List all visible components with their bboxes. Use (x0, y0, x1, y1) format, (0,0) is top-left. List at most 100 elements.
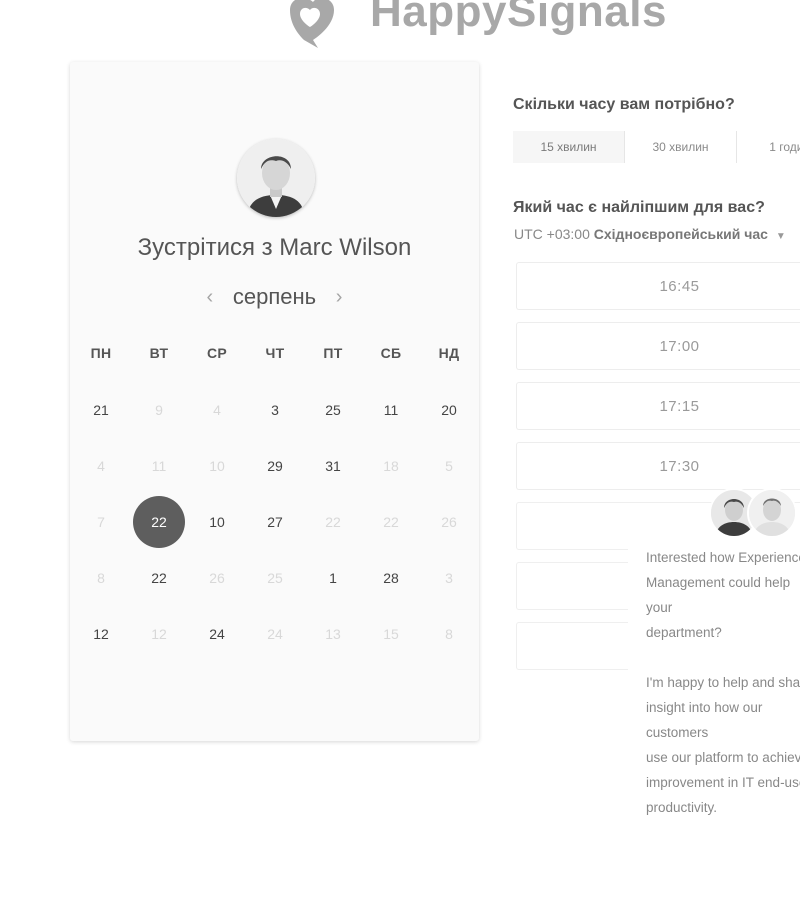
calendar-day-available[interactable]: 31 (304, 440, 362, 492)
meeting-title: Зустрітися з Marc Wilson (137, 234, 412, 261)
calendar-day-number: 25 (267, 570, 283, 586)
calendar-week-row: 21 9 4 3 25 11 20 (72, 382, 477, 438)
prev-month-chevron-icon[interactable]: ‹ (205, 286, 215, 309)
duration-question: Скільки часу вам потрібно? (513, 96, 735, 113)
calendar-day-available[interactable]: 3 (246, 384, 304, 436)
time-slot[interactable]: 16:45 (516, 262, 800, 310)
calendar-day-unavailable: 8 (72, 552, 130, 604)
calendar-week-row: 12 12 24 24 13 15 8 (72, 606, 477, 662)
calendar-day-number: 10 (209, 514, 225, 530)
calendar-day-number: 22 (383, 514, 399, 530)
calendar-day-unavailable: 22 (304, 496, 362, 548)
calendar-day-available[interactable]: 1 (304, 552, 362, 604)
calendar-day-number: 22 (325, 514, 341, 530)
calendar-day-unavailable: 4 (188, 384, 246, 436)
chat-message: I'm happy to help and share insight into… (646, 675, 800, 815)
calendar-day-available[interactable]: 20 (420, 384, 478, 436)
weekday-label: ВТ (149, 345, 169, 361)
calendar-day-unavailable: 15 (362, 608, 420, 660)
calendar-day-available[interactable]: 12 (72, 608, 130, 660)
calendar-day-available[interactable]: 21 (72, 384, 130, 436)
calendar-day-number: 11 (383, 402, 399, 418)
duration-option-60[interactable]: 1 година (737, 131, 800, 163)
calendar-day-number: 12 (151, 626, 167, 642)
calendar-day-available[interactable]: 25 (304, 384, 362, 436)
time-question: Який час є найліпшим для вас? (513, 199, 765, 216)
calendar-day-number: 25 (325, 402, 341, 418)
calendar-day-unavailable: 5 (420, 440, 478, 492)
weekday-label: ЧТ (265, 345, 285, 361)
calendar-day-number: 12 (93, 626, 109, 642)
calendar-day-number: 9 (155, 402, 163, 418)
calendar-day-number: 20 (441, 402, 457, 418)
calendar-day-unavailable: 11 (130, 440, 188, 492)
calendar-week-row: 7 22 10 27 22 22 26 (72, 494, 477, 550)
calendar-day-number: 13 (325, 626, 341, 642)
calendar-day-unavailable: 3 (420, 552, 478, 604)
timezone-selector[interactable]: UTC +03:00 Східноєвропейський час ▼ (514, 226, 786, 242)
host-avatar (237, 139, 315, 217)
weekday-label: СР (206, 345, 228, 361)
chat-agent-avatars[interactable] (709, 488, 799, 538)
calendar-day-unavailable: 24 (246, 608, 304, 660)
calendar-day-unavailable: 10 (188, 440, 246, 492)
logo-heart-icon (284, 0, 360, 48)
time-slot[interactable]: 17:15 (516, 382, 800, 430)
calendar-card: Зустрітися з Marc Wilson ‹ серпень › ПН … (70, 62, 479, 741)
calendar-day-selected[interactable]: 22 (130, 496, 188, 548)
calendar-week-row: 4 11 10 29 31 18 5 (72, 438, 477, 494)
calendar-day-number: 11 (151, 458, 167, 474)
calendar-day-available[interactable]: 28 (362, 552, 420, 604)
calendar-day-number: 21 (93, 402, 109, 418)
duration-option-15[interactable]: 15 хвилин (513, 131, 625, 163)
calendar-day-available[interactable]: 10 (188, 496, 246, 548)
calendar-grid: 21 9 4 3 25 11 20 4 11 10 29 31 18 5 7 22 10 27 22 22 26 8 22 2… (72, 382, 477, 662)
logo-wordmark: HappySignals (370, 0, 667, 36)
calendar-day-number: 18 (383, 458, 399, 474)
calendar-day-available[interactable]: 29 (246, 440, 304, 492)
calendar-day-number: 3 (445, 570, 453, 586)
weekday-label: СБ (380, 345, 402, 361)
calendar-day-unavailable: 25 (246, 552, 304, 604)
calendar-day-available[interactable]: 27 (246, 496, 304, 548)
calendar-day-number: 7 (97, 514, 105, 530)
calendar-day-number: 5 (445, 458, 453, 474)
weekday-label: ПН (90, 345, 112, 361)
calendar-day-number: 28 (383, 570, 399, 586)
calendar-day-number: 8 (97, 570, 105, 586)
calendar-day-number: 22 (133, 496, 185, 548)
calendar-day-available[interactable]: 11 (362, 384, 420, 436)
calendar-day-number: 8 (445, 626, 453, 642)
happysignals-logo: HappySignals (284, 0, 667, 48)
calendar-week-row: 8 22 26 25 1 28 3 (72, 550, 477, 606)
duration-option-30[interactable]: 30 хвилин (625, 131, 737, 163)
calendar-day-unavailable: 18 (362, 440, 420, 492)
calendar-day-number: 27 (267, 514, 283, 530)
calendar-day-available[interactable]: 22 (130, 552, 188, 604)
calendar-day-unavailable: 22 (362, 496, 420, 548)
time-slot-label: 16:45 (659, 278, 700, 295)
calendar-day-number: 26 (441, 514, 457, 530)
calendar-day-unavailable: 9 (130, 384, 188, 436)
chat-message: Interested how Experience Management cou… (646, 550, 800, 640)
time-slot-label: 17:00 (659, 338, 700, 355)
timezone-name: Східноєвропейський час (593, 226, 768, 242)
calendar-day-unavailable: 7 (72, 496, 130, 548)
chat-message-text: Interested how Experience Management cou… (646, 545, 800, 845)
calendar-day-number: 10 (209, 458, 225, 474)
time-slot-label: 17:30 (659, 458, 700, 475)
caret-down-icon: ▼ (775, 231, 786, 242)
time-slot[interactable]: 17:00 (516, 322, 800, 370)
calendar-day-number: 26 (209, 570, 225, 586)
next-month-chevron-icon[interactable]: › (334, 286, 344, 309)
calendar-day-unavailable: 26 (188, 552, 246, 604)
month-label: серпень (232, 284, 317, 309)
calendar-day-available[interactable]: 24 (188, 608, 246, 660)
timezone-offset: UTC +03:00 (514, 226, 590, 242)
time-slot[interactable]: 17:30 (516, 442, 800, 490)
time-slot-label: 17:15 (659, 398, 700, 415)
calendar-day-number: 4 (97, 458, 105, 474)
calendar-day-number: 24 (209, 626, 225, 642)
duration-tabs: 15 хвилин 30 хвилин 1 година (513, 131, 800, 163)
calendar-day-number: 22 (151, 570, 167, 586)
